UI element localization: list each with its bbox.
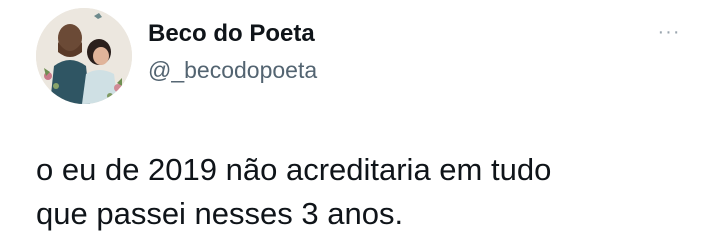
avatar[interactable] — [36, 8, 132, 104]
couple-illustration-avatar-icon — [36, 8, 132, 104]
author-handle[interactable]: @_becodopoeta — [148, 57, 317, 84]
tweet-card: Beco do Poeta @_becodopoeta ··· o eu de … — [0, 0, 720, 240]
tweet-text-line-2: que passei nesses 3 anos. — [36, 196, 404, 231]
more-options-icon[interactable]: ··· — [651, 20, 687, 44]
author-display-name[interactable]: Beco do Poeta — [148, 20, 315, 48]
tweet-text: o eu de 2019 não acreditaria em tudo que… — [36, 148, 696, 236]
tweet-text-line-1: o eu de 2019 não acreditaria em tudo — [36, 152, 552, 187]
